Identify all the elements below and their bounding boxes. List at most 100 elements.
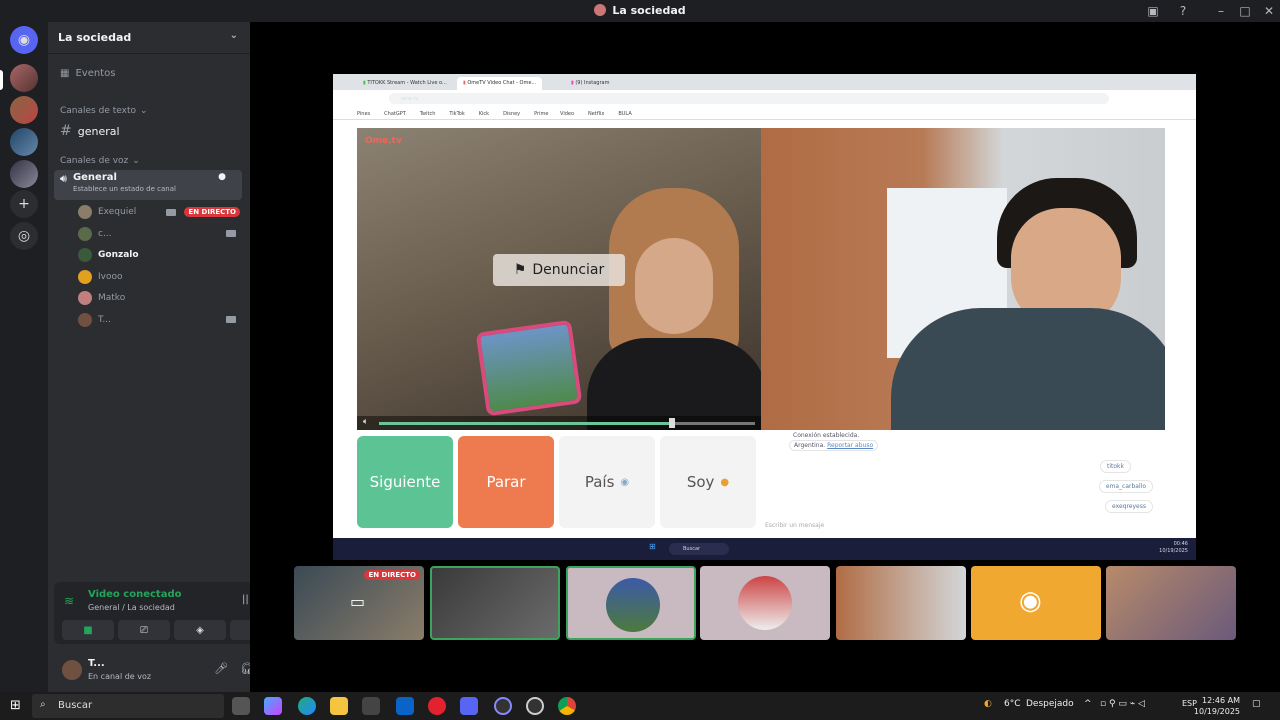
notifications-icon[interactable]: ▢ bbox=[1252, 699, 1261, 709]
ometv-logo: Ome.tv bbox=[365, 136, 402, 146]
camera-button[interactable]: ■ bbox=[62, 620, 114, 640]
taskbar-clock[interactable]: 12:46 AM 10/19/2025 bbox=[1194, 695, 1240, 717]
weather-temp[interactable]: 6°C bbox=[1004, 699, 1021, 709]
avatar bbox=[78, 205, 92, 219]
server-la-sociedad[interactable] bbox=[10, 64, 38, 92]
taskbar-search[interactable]: ⌕ Buscar bbox=[32, 694, 224, 718]
voice-member[interactable]: Ivooo bbox=[78, 267, 240, 287]
discord-taskbar-icon[interactable] bbox=[460, 697, 478, 715]
speaker-icon: 🔊︎ bbox=[60, 172, 67, 185]
voice-member[interactable]: c... bbox=[78, 224, 240, 244]
volume-fill bbox=[379, 422, 673, 425]
browser-tab-label: TITOKK Stream - Watch Live o... bbox=[367, 80, 447, 86]
participant-thumb-3[interactable] bbox=[566, 566, 696, 640]
participant-thumb-exequiel[interactable]: EN DIRECTO ▭ bbox=[294, 566, 424, 640]
windows-start-icon[interactable]: ⊞ bbox=[10, 698, 21, 713]
live-badge[interactable]: EN DIRECTO bbox=[184, 207, 240, 217]
browser-tab-active: ▮ OmeTV Video Chat - Ome... bbox=[457, 77, 543, 90]
participant-thumb-7[interactable] bbox=[1106, 566, 1236, 640]
person-face bbox=[635, 238, 713, 334]
browser-url: ome.tv bbox=[389, 93, 1109, 104]
voice-member[interactable]: T... bbox=[78, 310, 240, 330]
flag-icon: ⚑ bbox=[513, 262, 527, 278]
app-icon[interactable] bbox=[526, 697, 544, 715]
inbox-icon[interactable]: ▣ bbox=[1144, 2, 1162, 20]
chat-message: titokk bbox=[1100, 460, 1131, 473]
stranger-video: Ome.tv ⚑ Denunciar 🔈︎ bbox=[357, 128, 761, 430]
voice-member[interactable]: Exequiel EN DIRECTO bbox=[78, 202, 240, 222]
stream-screen[interactable]: ▮ TITOKK Stream - Watch Live o... ▮ OmeT… bbox=[333, 74, 1196, 560]
window-title: La sociedad bbox=[0, 4, 1280, 17]
next-button: Siguiente bbox=[357, 436, 453, 528]
close-button[interactable]: ✕ bbox=[1260, 2, 1278, 20]
browser-url-bar: ome.tv bbox=[333, 90, 1196, 108]
minimize-button[interactable]: – bbox=[1212, 2, 1230, 20]
screen-share-icon: ▭ bbox=[350, 592, 366, 611]
phone-image bbox=[475, 319, 583, 417]
channel-status[interactable]: Establece un estado de canal bbox=[73, 185, 176, 193]
bookmark-item: Kick bbox=[478, 111, 490, 117]
server-header[interactable]: La sociedad ⌄ bbox=[48, 22, 250, 54]
chevron-down-icon: ⌄ bbox=[132, 156, 140, 166]
edge-icon[interactable] bbox=[298, 697, 316, 715]
avatar[interactable] bbox=[62, 660, 82, 680]
tray-icons[interactable]: ▫ ⚲ ▭ ⌁ ◁ bbox=[1100, 699, 1145, 709]
selected-server-pill bbox=[0, 70, 3, 90]
text-category[interactable]: Canales de texto ⌄ bbox=[54, 100, 242, 122]
copilot-icon[interactable] bbox=[264, 697, 282, 715]
channel-sidebar: La sociedad ⌄ ▦ Eventos Canales de texto… bbox=[48, 22, 292, 692]
voice-status[interactable]: Video conectado bbox=[88, 589, 181, 600]
gender-label: Soy bbox=[686, 473, 715, 491]
weather-desc[interactable]: Despejado bbox=[1026, 699, 1074, 709]
voice-category-label: Canales de voz bbox=[60, 156, 129, 166]
participant-thumb-6[interactable]: ◉ bbox=[971, 566, 1101, 640]
microphone-icon[interactable]: 🎤︎ bbox=[214, 662, 228, 675]
bookmark-item: Disney bbox=[503, 111, 521, 117]
events-label: Eventos bbox=[75, 67, 116, 79]
opera-icon[interactable] bbox=[428, 697, 446, 715]
activities-button[interactable]: ◈ bbox=[174, 620, 226, 640]
weather-icon: ◐ bbox=[984, 699, 992, 709]
chrome-icon[interactable] bbox=[558, 697, 576, 715]
maximize-button[interactable]: □ bbox=[1236, 2, 1254, 20]
member-name: Ivooo bbox=[98, 271, 123, 282]
help-icon[interactable]: ? bbox=[1174, 2, 1192, 20]
outlook-icon[interactable] bbox=[396, 697, 414, 715]
server-4[interactable] bbox=[10, 160, 38, 188]
voice-member[interactable]: Gonzalo bbox=[78, 245, 240, 265]
server-2[interactable] bbox=[10, 96, 38, 124]
explore-icon[interactable]: ◎ bbox=[10, 222, 38, 250]
voice-channel-general[interactable]: 🔊︎ General Establece un estado de canal … bbox=[54, 170, 242, 200]
chevron-up-icon[interactable]: ^ bbox=[1084, 699, 1092, 709]
server-3[interactable] bbox=[10, 128, 38, 156]
server-icon bbox=[594, 4, 607, 16]
app-icon[interactable] bbox=[494, 697, 512, 715]
screen-share-button[interactable]: ⎚ bbox=[118, 620, 170, 640]
chat-bubble-icon[interactable]: ● bbox=[218, 172, 226, 182]
voice-member[interactable]: Matko bbox=[78, 288, 240, 308]
task-view-icon[interactable] bbox=[232, 697, 250, 715]
file-explorer-icon[interactable] bbox=[330, 697, 348, 715]
add-server-icon[interactable]: + bbox=[10, 190, 38, 218]
avatar bbox=[78, 226, 92, 241]
browser-tab-strip: ▮ TITOKK Stream - Watch Live o... ▮ OmeT… bbox=[333, 74, 1196, 90]
participant-thumb-2[interactable] bbox=[430, 566, 560, 640]
voice-channel-path[interactable]: General / La sociedad bbox=[88, 603, 175, 612]
avatar bbox=[606, 578, 660, 632]
country-label: País bbox=[584, 473, 615, 491]
camera-icon bbox=[166, 208, 177, 216]
voice-category[interactable]: Canales de voz ⌄ bbox=[54, 150, 242, 172]
events-item[interactable]: ▦ Eventos bbox=[54, 62, 242, 84]
search-icon: ⌕ bbox=[40, 699, 46, 710]
store-icon[interactable] bbox=[362, 697, 380, 715]
emoji-icon: ● bbox=[720, 476, 730, 488]
browser-tab: ▮ (9) Instagram bbox=[565, 77, 615, 90]
stop-label: Parar bbox=[486, 473, 526, 491]
discord-home-icon[interactable]: ◉ bbox=[10, 26, 38, 54]
chat-country: Argentina. bbox=[794, 442, 826, 449]
hash-icon: # bbox=[60, 123, 72, 139]
participant-thumb-4[interactable] bbox=[700, 566, 830, 640]
participant-thumb-5[interactable] bbox=[836, 566, 966, 640]
bookmark-item: Twitch bbox=[419, 111, 436, 117]
channel-general-text[interactable]: # general bbox=[54, 120, 242, 142]
